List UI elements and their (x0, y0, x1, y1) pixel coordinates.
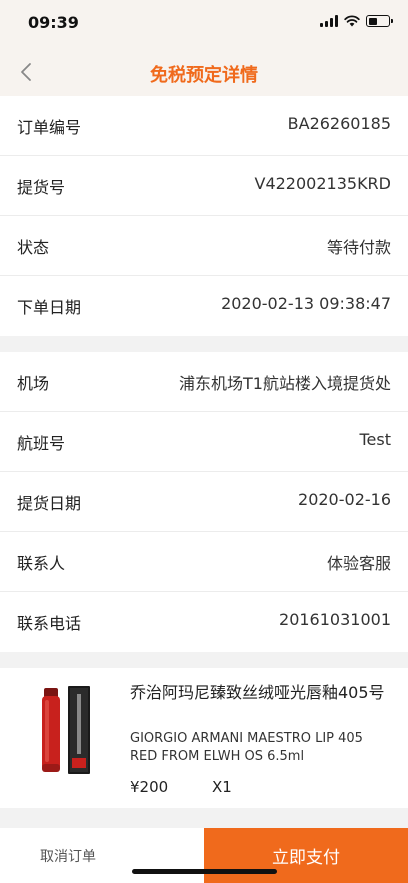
contact-value: 体验客服 (326, 554, 391, 573)
row-label: 航班号 (17, 434, 66, 453)
pickup-date-row: 提货日期 2020-02-16 (0, 472, 408, 532)
order-number-row: 订单编号 BA26260185 (0, 96, 408, 156)
airport-value: 浦东机场T1航站楼入境提货处 (179, 374, 391, 393)
product-card[interactable]: 乔治阿玛尼臻致丝绒哑光唇釉405号 GIORGIO ARMANI MAESTRO… (0, 668, 408, 808)
row-label: 下单日期 (17, 298, 82, 317)
product-price: ¥200 (130, 778, 169, 796)
status-bar: 09:39 (0, 0, 408, 48)
status-value: 等待付款 (326, 238, 391, 257)
status-icons (320, 15, 393, 27)
phone-row: 联系电话 20161031001 (0, 592, 408, 652)
battery-icon (366, 15, 393, 27)
row-label: 提货日期 (17, 494, 82, 513)
pay-now-button[interactable]: 立即支付 (204, 828, 408, 883)
cellular-signal-icon (320, 15, 338, 27)
pickup-date-value: 2020-02-16 (298, 490, 391, 509)
lipstick-product-image (42, 686, 90, 774)
phone-value: 20161031001 (279, 610, 391, 629)
cancel-order-label: 取消订单 (40, 848, 96, 865)
pay-now-label: 立即支付 (272, 848, 340, 868)
order-number-value: BA26260185 (287, 114, 391, 133)
nav-bar: 免税预定详情 (0, 48, 408, 96)
row-label: 状态 (17, 238, 50, 257)
row-label: 机场 (17, 374, 50, 393)
pickup-number-value: V422002135KRD (254, 174, 392, 193)
product-name-en: GIORGIO ARMANI MAESTRO LIP 405 RED FROM … (130, 731, 363, 764)
contact-row: 联系人 体验客服 (0, 532, 408, 592)
flight-number-row: 航班号 Test (0, 412, 408, 472)
order-date-value: 2020-02-13 09:38:47 (221, 294, 391, 313)
order-info-group: 订单编号 BA26260185 提货号 V422002135KRD 状态 等待付… (0, 96, 408, 336)
status-row: 状态 等待付款 (0, 216, 408, 276)
status-time: 09:39 (28, 13, 79, 32)
cancel-order-button[interactable]: 取消订单 (0, 828, 204, 883)
wifi-icon (344, 15, 360, 27)
pickup-info-group: 机场 浦东机场T1航站楼入境提货处 航班号 Test 提货日期 2020-02-… (0, 352, 408, 652)
pickup-number-row: 提货号 V422002135KRD (0, 156, 408, 216)
product-name-cn: 乔治阿玛尼臻致丝绒哑光唇釉405号 (130, 683, 385, 702)
product-quantity: X1 (212, 778, 232, 796)
row-label: 提货号 (17, 178, 66, 197)
row-label: 联系人 (17, 554, 66, 573)
home-indicator (132, 869, 277, 874)
bottom-action-bar: 取消订单 立即支付 (0, 828, 408, 883)
order-date-row: 下单日期 2020-02-13 09:38:47 (0, 276, 408, 336)
row-label: 联系电话 (17, 614, 82, 633)
row-label: 订单编号 (17, 118, 82, 137)
flight-number-value: Test (359, 430, 391, 449)
airport-row: 机场 浦东机场T1航站楼入境提货处 (0, 352, 408, 412)
page-title: 免税预定详情 (150, 65, 258, 86)
